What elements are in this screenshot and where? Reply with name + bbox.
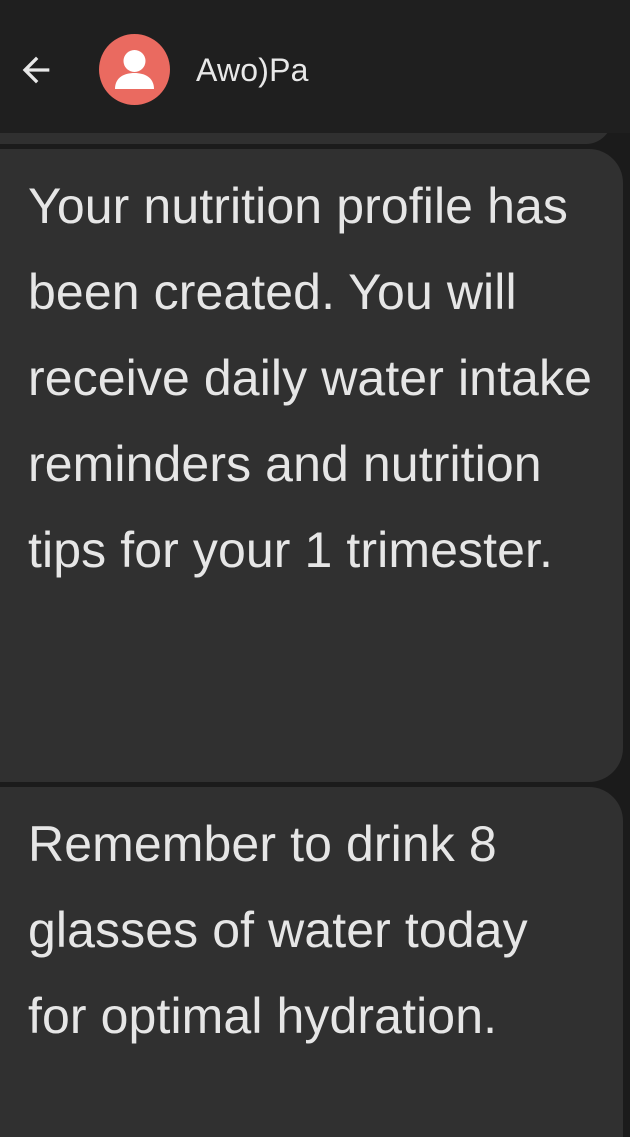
person-icon xyxy=(115,50,154,89)
message-bubble[interactable]: Your nutrition profile has been created.… xyxy=(0,149,623,782)
contact-name[interactable]: Awo)Pa xyxy=(196,48,309,92)
message-text: Your nutrition profile has been created.… xyxy=(28,178,592,578)
message-bubble[interactable]: Remember to drink 8 glasses of water tod… xyxy=(0,787,623,1137)
message-text: Remember to drink 8 glasses of water tod… xyxy=(28,816,528,1044)
app-bar: Awo)Pa xyxy=(0,0,630,133)
arrow-left-icon xyxy=(22,56,50,84)
avatar[interactable] xyxy=(99,34,170,105)
back-button[interactable] xyxy=(10,44,62,96)
